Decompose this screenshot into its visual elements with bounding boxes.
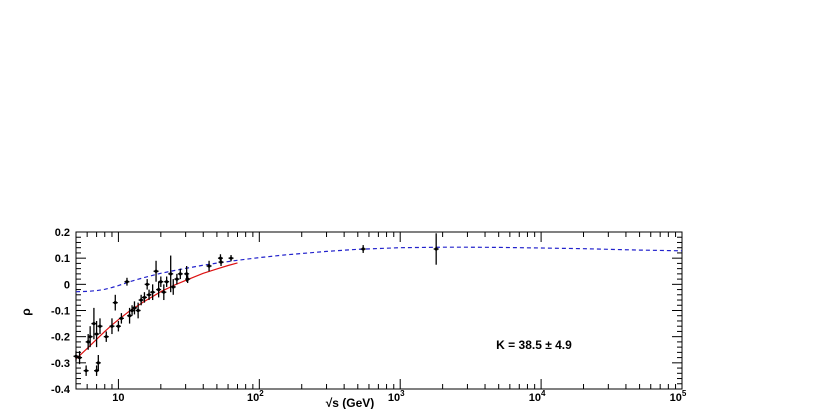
data-point	[116, 324, 121, 328]
data-point	[219, 260, 223, 264]
axis-ticks: 0.2 0.1 0 -0.1 -0.2 -0.3 -0.4 10 102 103 104 105	[51, 227, 687, 404]
x-tick-label: 102	[247, 389, 264, 404]
data-point	[171, 285, 175, 289]
y-tick-label: 0.1	[55, 253, 70, 265]
data-point	[169, 272, 173, 276]
data-point	[145, 282, 149, 286]
data-point	[130, 308, 134, 313]
x-tick-label: 103	[388, 389, 405, 404]
data-point	[88, 335, 92, 339]
x-tick-exponent: 2	[259, 389, 264, 398]
data-point	[157, 287, 161, 292]
data-point	[98, 324, 102, 328]
data-points	[73, 233, 439, 376]
y-tick-label: -0.4	[51, 384, 71, 396]
data-point	[175, 277, 179, 281]
data-point	[84, 369, 88, 373]
y-tick-label: -0.1	[51, 306, 70, 318]
y-axis-label: ρ	[19, 308, 33, 315]
data-point	[178, 272, 182, 276]
x-tick-exponent: 4	[541, 389, 546, 398]
fit-curves	[75, 246, 683, 360]
rho-vs-energy-chart: 0.2 0.1 0 -0.1 -0.2 -0.3 -0.4 10 102 103 104 105 √s…	[19, 227, 687, 409]
fit-parameter-annotation: K = 38.5 ± 4.9	[496, 338, 572, 352]
data-point	[154, 269, 158, 273]
data-point	[147, 293, 151, 297]
plot-border	[75, 231, 683, 390]
x-tick-exponent: 3	[400, 389, 405, 398]
data-point	[125, 280, 129, 284]
data-point	[132, 306, 137, 310]
data-point	[185, 272, 189, 276]
y-tick-label: -0.2	[51, 332, 70, 344]
data-point	[207, 264, 211, 268]
x-tick-label: 10	[112, 392, 124, 404]
data-point	[119, 316, 123, 320]
x-axis-label: √s (GeV)	[326, 396, 375, 409]
data-point	[136, 308, 140, 313]
data-point	[142, 295, 147, 300]
data-point	[139, 298, 143, 302]
data-point	[96, 361, 100, 365]
data-point	[110, 324, 114, 328]
data-point	[113, 301, 117, 305]
data-point	[361, 247, 365, 251]
y-tick-label: -0.3	[51, 358, 70, 370]
data-point	[127, 314, 132, 318]
data-point	[94, 369, 99, 373]
data-point	[94, 332, 99, 336]
data-point	[151, 290, 155, 294]
plot-frame	[75, 231, 683, 390]
data-point	[165, 280, 169, 284]
x-tick-exponent: 5	[682, 389, 687, 398]
data-point	[159, 280, 163, 284]
data-point	[162, 290, 166, 294]
x-tick-label: 105	[670, 389, 687, 404]
data-point	[92, 321, 96, 326]
data-point	[229, 256, 233, 260]
y-tick-label: 0	[64, 279, 70, 291]
data-point	[186, 277, 190, 281]
data-point	[86, 340, 90, 344]
data-point	[434, 247, 438, 251]
x-tick-label: 104	[529, 389, 546, 404]
data-point	[104, 335, 108, 339]
solid-fit-curve	[75, 262, 238, 360]
y-tick-label: 0.2	[55, 227, 70, 239]
